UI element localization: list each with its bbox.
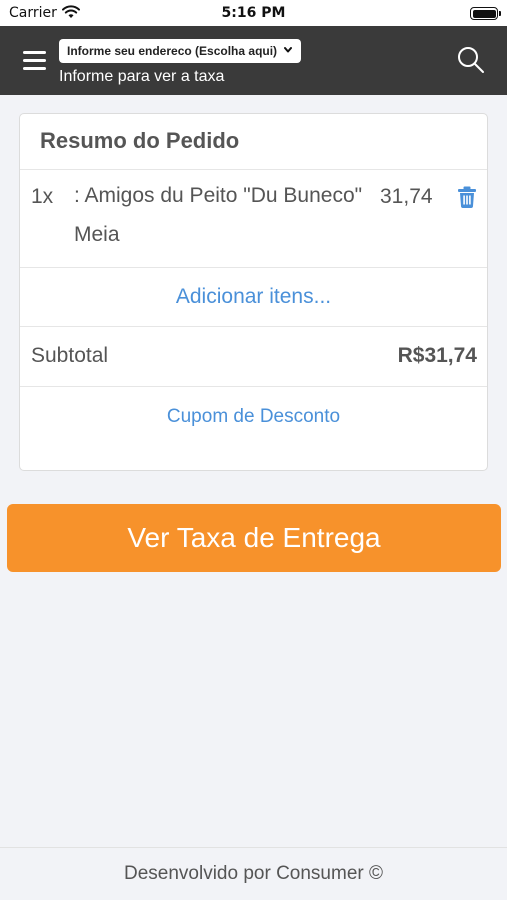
item-name: : Amigos du Peito "Du Buneco" Meia [74,184,363,246]
clock: 5:16 PM [221,5,286,21]
search-icon[interactable] [456,45,485,74]
chevron-down-icon [284,47,292,53]
app-header: Informe seu endereco (Escolha aqui) Info… [0,26,507,95]
divider [20,169,487,170]
footer-divider [0,847,507,848]
delivery-fee-button[interactable]: Ver Taxa de Entrega [7,504,501,572]
add-items-link[interactable]: Adicionar itens... [20,285,487,309]
hamburger-menu-icon[interactable] [23,51,46,70]
divider [20,386,487,387]
item-quantity: 1x [31,185,54,208]
coupon-link[interactable]: Cupom de Desconto [20,406,487,428]
status-bar: Carrier 5:16 PM [0,0,507,26]
order-summary-card: Resumo do Pedido 1x : Amigos du Peito "D… [19,113,488,471]
divider [20,326,487,327]
battery-icon [470,7,501,20]
subtotal-label: Subtotal [31,344,109,367]
divider [20,267,487,268]
order-summary-title: Resumo do Pedido [40,128,240,153]
address-hint: Informe para ver a taxa [59,68,225,85]
address-select-value: Informe seu endereco (Escolha aqui) [67,44,278,58]
footer-credit: Desenvolvido por Consumer © [123,863,383,884]
trash-icon[interactable] [457,186,477,208]
address-select[interactable]: Informe seu endereco (Escolha aqui) [59,39,301,63]
subtotal-value: R$31,74 [397,344,477,367]
item-price: 31,74 [380,185,433,208]
